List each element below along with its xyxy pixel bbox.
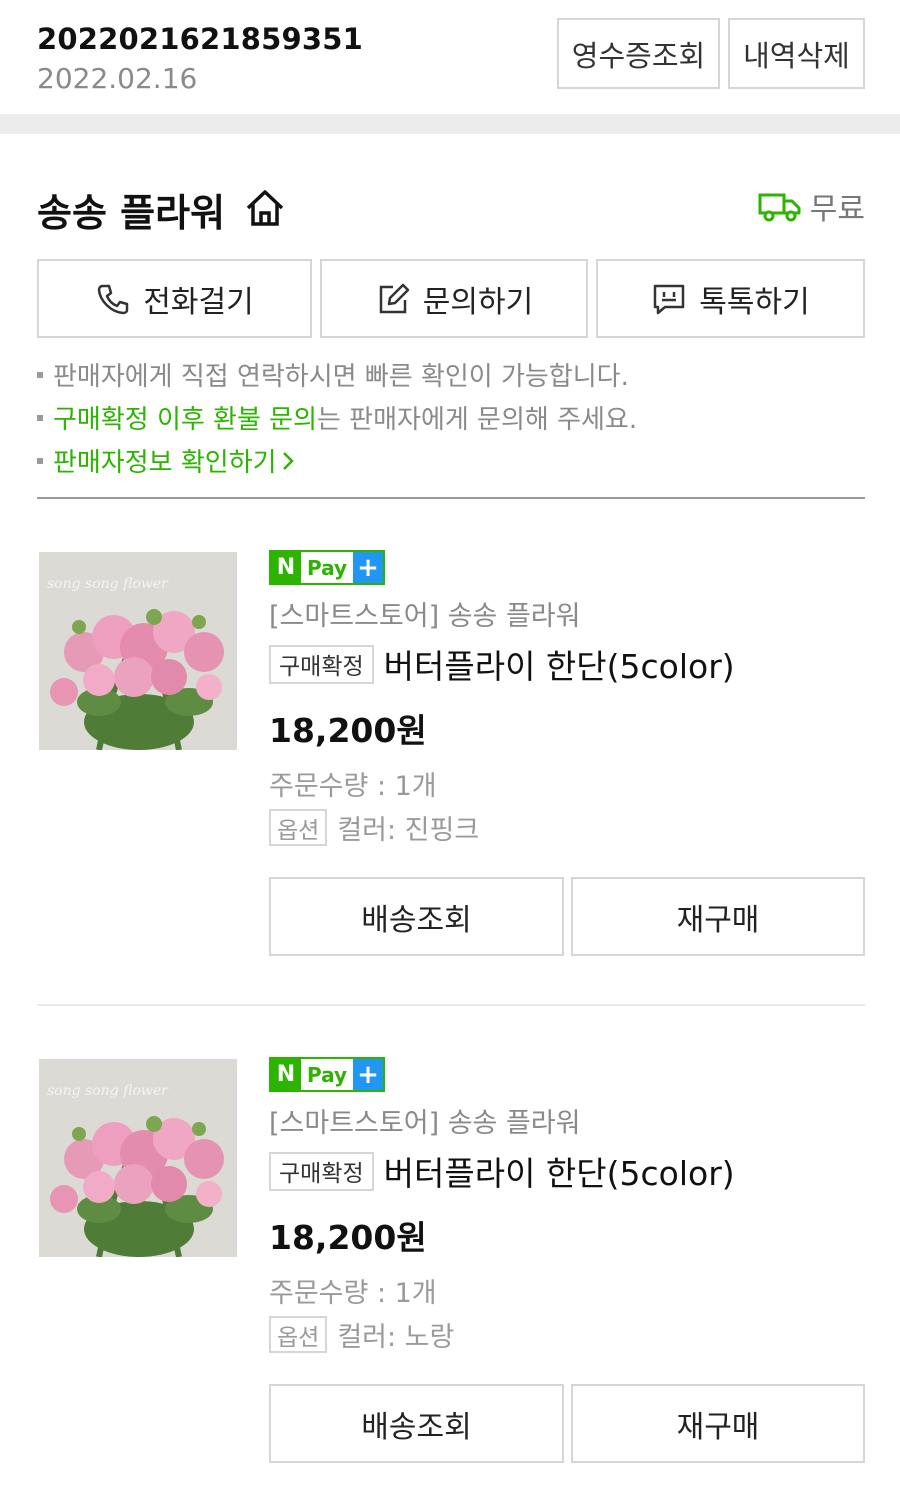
- order-number: 2022021621859351: [37, 22, 364, 56]
- product-name[interactable]: 버터플라이 한단(5color): [384, 1147, 735, 1195]
- notice-contact: 판매자에게 직접 연락하시면 빠른 확인이 가능합니다.: [37, 356, 629, 393]
- notice-refund-rest: 는 판매자에게 문의해 주세요.: [317, 405, 638, 435]
- npay-n-mark: N: [271, 1059, 301, 1090]
- seller-name: [스마트스토어] 송송 플라워: [269, 1108, 581, 1139]
- product-title-line: 구매확정 버터플라이 한단(5color): [269, 640, 735, 688]
- shipping-info: 무료: [758, 184, 865, 228]
- image-watermark: song song flower: [47, 576, 169, 592]
- product-title-line: 구매확정 버터플라이 한단(5color): [269, 1147, 735, 1195]
- store-row: 송송 플라워 무료: [37, 182, 865, 235]
- shipping-fee-label: 무료: [809, 192, 865, 227]
- option-line: 옵션 컬러: 진핑크: [269, 808, 479, 847]
- rebuy-button[interactable]: 재구매: [571, 1384, 865, 1463]
- option-value: 컬러: 진핑크: [337, 815, 480, 846]
- order-date: 2022.02.16: [37, 62, 198, 95]
- option-value: 컬러: 노랑: [337, 1322, 455, 1353]
- call-button[interactable]: 전화걸기: [37, 259, 312, 338]
- receipt-button[interactable]: 영수증조회: [557, 18, 720, 89]
- rebuy-button[interactable]: 재구매: [571, 877, 865, 956]
- npay-plus-icon: +: [353, 552, 383, 583]
- npay-plus-icon: +: [353, 1059, 383, 1090]
- image-watermark: song song flower: [47, 1083, 169, 1099]
- delete-history-button[interactable]: 내역삭제: [728, 18, 865, 89]
- flower-photo: song song flower: [39, 1059, 237, 1257]
- chat-icon: [654, 284, 685, 314]
- edit-icon: [379, 283, 410, 313]
- order-quantity: 주문수량 : 1개: [269, 1278, 437, 1309]
- product-name[interactable]: 버터플라이 한단(5color): [384, 640, 735, 688]
- npay-plus-badge: N Pay +: [269, 1057, 385, 1092]
- npay-plus-badge: N Pay +: [269, 550, 385, 585]
- talk-label: 톡톡하기: [699, 285, 810, 319]
- section-separator: [0, 114, 900, 134]
- seller-info-link[interactable]: 판매자정보 확인하기: [37, 442, 295, 479]
- seller-info-label: 판매자정보 확인하기: [53, 448, 277, 478]
- talk-button[interactable]: 톡톡하기: [596, 259, 865, 338]
- track-delivery-button[interactable]: 배송조회: [269, 877, 564, 956]
- chevron-right-icon: [282, 451, 294, 470]
- notice-refund-highlight: 구매확정 이후 환불 문의: [53, 405, 317, 435]
- order-header: 2022021621859351 2022.02.16 영수증조회 내역삭제: [0, 0, 900, 114]
- order-item: song song flower N Pay + [스마트스토어] 송송 플라워…: [0, 550, 900, 972]
- product-price: 18,200원: [269, 1218, 427, 1257]
- order-item: song song flower N Pay + [스마트스토어] 송송 플라워…: [0, 1057, 900, 1479]
- item-divider: [37, 1004, 865, 1006]
- product-image[interactable]: song song flower: [39, 1059, 237, 1257]
- option-badge: 옵션: [269, 1316, 328, 1353]
- order-quantity: 주문수량 : 1개: [269, 771, 437, 802]
- notice-refund: 구매확정 이후 환불 문의 는 판매자에게 문의해 주세요.: [37, 399, 637, 436]
- section-divider: [37, 497, 865, 499]
- bullet-dot: [37, 371, 43, 378]
- phone-icon: [98, 284, 129, 314]
- call-label: 전화걸기: [143, 285, 254, 319]
- status-badge: 구매확정: [269, 644, 374, 684]
- npay-pay-text: Pay: [301, 552, 353, 583]
- bullet-dot: [37, 457, 43, 464]
- bullet-dot: [37, 414, 43, 421]
- npay-pay-text: Pay: [301, 1059, 353, 1090]
- store-home-icon[interactable]: [243, 186, 287, 230]
- inquiry-button[interactable]: 문의하기: [320, 259, 588, 338]
- store-name[interactable]: 송송 플라워: [37, 182, 225, 237]
- truck-icon: [758, 193, 801, 222]
- product-price: 18,200원: [269, 711, 427, 750]
- product-image[interactable]: song song flower: [39, 552, 237, 750]
- npay-n-mark: N: [271, 552, 301, 583]
- option-badge: 옵션: [269, 809, 328, 846]
- option-line: 옵션 컬러: 노랑: [269, 1315, 454, 1354]
- inquiry-label: 문의하기: [422, 285, 534, 319]
- track-delivery-button[interactable]: 배송조회: [269, 1384, 564, 1463]
- notice-line1: 판매자에게 직접 연락하시면 빠른 확인이 가능합니다.: [53, 362, 629, 392]
- status-badge: 구매확정: [269, 1151, 374, 1191]
- seller-name: [스마트스토어] 송송 플라워: [269, 601, 581, 632]
- flower-photo: song song flower: [39, 552, 237, 750]
